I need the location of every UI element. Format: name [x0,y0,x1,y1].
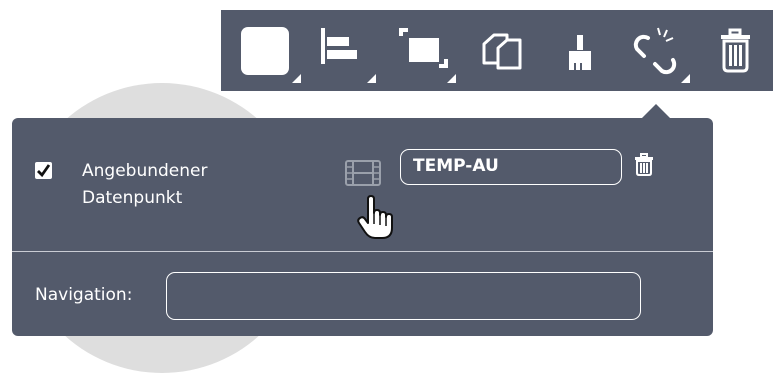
paint-brush-icon [569,35,591,70]
navigation-label: Navigation: [35,285,133,305]
film-icon[interactable] [345,160,381,190]
dropdown-indicator [447,74,456,83]
datapoint-field[interactable]: TEMP-AU [400,149,622,185]
film-strip-icon [345,160,381,186]
unlink-button[interactable] [633,10,693,91]
dropdown-indicator [681,74,690,83]
delete-button[interactable] [717,10,767,91]
popover-arrow [641,104,671,119]
checkmark-icon [37,164,51,178]
trash-icon [635,153,653,176]
navigation-field[interactable] [166,272,641,320]
element-toolbar [221,10,773,91]
resize-button[interactable] [397,10,457,91]
dropdown-indicator [292,74,301,83]
copy-button[interactable] [480,10,530,91]
bound-datapoint-label: Angebundener Datenpunkt [82,161,208,208]
dropdown-indicator [367,74,376,83]
format-painter-button[interactable] [562,10,602,91]
square-fill-icon [241,27,289,75]
align-button[interactable] [317,10,377,91]
section-divider [12,251,713,252]
hand-cursor-icon [357,195,397,245]
remove-datapoint-button[interactable] [634,153,654,181]
bound-datapoint-checkbox[interactable] [35,162,52,179]
trash-icon [721,28,750,73]
copy-icon [482,33,522,70]
fill-color-button[interactable] [237,10,301,91]
